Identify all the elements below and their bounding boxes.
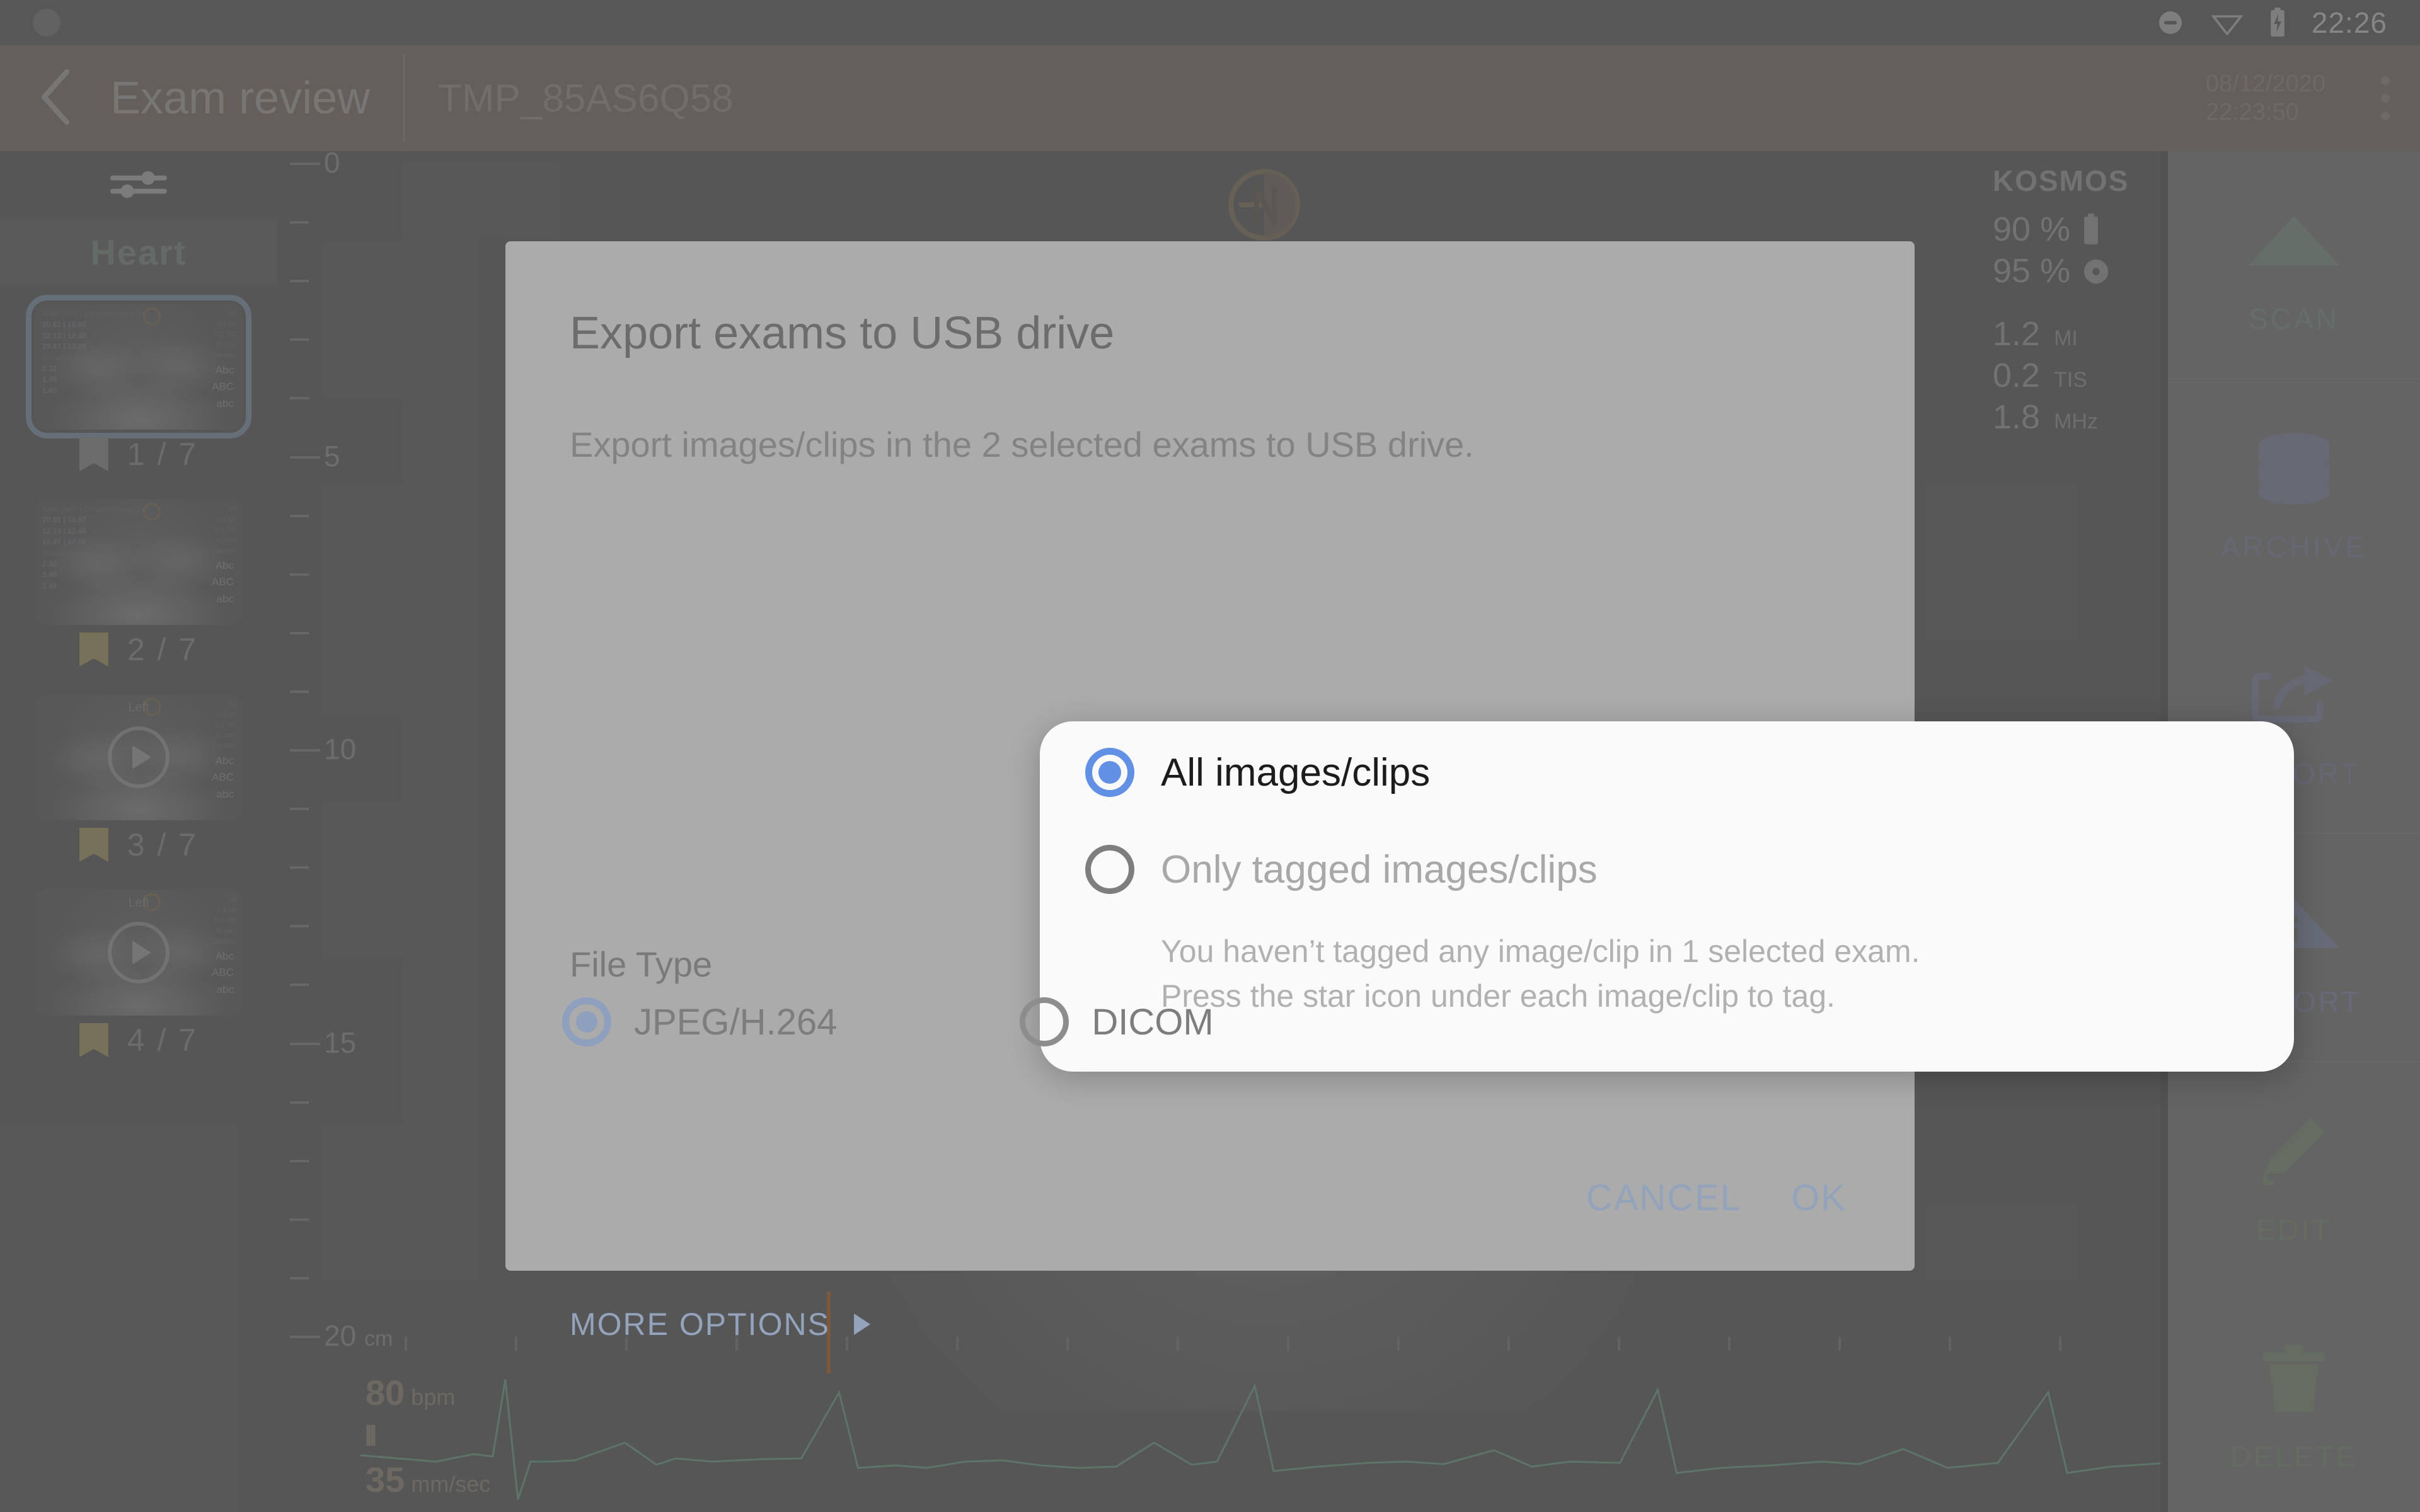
scope-option-tagged[interactable]: Only tagged images/clips <box>1085 845 1598 894</box>
scope-option-tagged-label: Only tagged images/clips <box>1161 847 1598 891</box>
file-type-label: File Type <box>570 944 713 984</box>
radio-jpeg-icon[interactable] <box>562 997 611 1046</box>
file-type-option-jpeg[interactable]: JPEG/H.264 <box>562 997 837 1046</box>
app-root: 22:26 Exam review TMP_85AS6Q58 08/12/202… <box>0 0 2420 1512</box>
scope-note-line-2: Press the star icon under each image/cli… <box>1161 978 1836 1014</box>
dialog-subtitle: Export images/clips in the 2 selected ex… <box>570 425 1474 464</box>
ok-button[interactable]: OK <box>1791 1177 1847 1219</box>
scope-note: You haven’t tagged any image/clip in 1 s… <box>1161 929 1920 1019</box>
radio-all-images-icon[interactable] <box>1085 748 1134 797</box>
scope-options-popup: All images/clips Only tagged images/clip… <box>1040 721 2294 1072</box>
scope-option-all-label: All images/clips <box>1161 750 1431 794</box>
dialog-actions: CANCEL OK <box>1586 1177 1847 1219</box>
export-dialog: Export exams to USB drive Export images/… <box>505 241 2294 1342</box>
scope-option-all[interactable]: All images/clips <box>1085 748 1430 797</box>
radio-dicom-icon[interactable] <box>1020 997 1069 1046</box>
chevron-right-icon <box>853 1314 870 1335</box>
file-type-option-jpeg-label: JPEG/H.264 <box>634 1001 838 1043</box>
file-type-option-dicom-label: DICOM <box>1092 1001 1214 1043</box>
more-options-button[interactable]: MORE OPTIONS <box>570 1306 870 1343</box>
file-type-option-dicom[interactable]: DICOM <box>1020 997 1214 1046</box>
dialog-title: Export exams to USB drive <box>570 308 1115 358</box>
more-options-label: MORE OPTIONS <box>570 1307 830 1342</box>
cancel-button[interactable]: CANCEL <box>1586 1177 1742 1219</box>
radio-only-tagged-icon[interactable] <box>1085 845 1134 894</box>
file-type-group: JPEG/H.264 DICOM <box>562 997 1214 1046</box>
scope-note-line-1: You haven’t tagged any image/clip in 1 s… <box>1161 934 1920 969</box>
